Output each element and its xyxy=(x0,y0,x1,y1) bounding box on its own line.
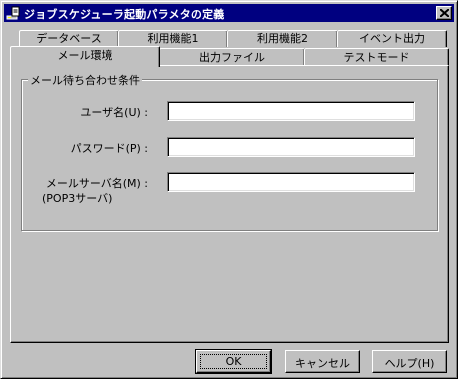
tab-mail-environment[interactable]: メール環境 xyxy=(10,46,160,67)
close-button[interactable] xyxy=(436,6,452,20)
mail-server-input[interactable] xyxy=(167,172,415,192)
window-title: ジョブスケジューラ起動パラメタの定義 xyxy=(24,8,225,21)
tab-panel-mail-environment: メール待ち合わせ条件 ユーザ名(U) : パスワード(P) : メールサーバ名(… xyxy=(10,65,449,343)
ok-label: OK xyxy=(225,355,242,368)
tab-label: 出力ファイル xyxy=(199,51,265,64)
ok-button[interactable]: OK xyxy=(195,349,272,374)
tab-label: イベント出力 xyxy=(359,32,425,45)
username-label: ユーザ名(U) : xyxy=(80,106,148,119)
tab-feature-1[interactable]: 利用機能1 xyxy=(118,30,228,47)
tab-event-output[interactable]: イベント出力 xyxy=(337,30,447,47)
help-label: ヘルプ(H) xyxy=(384,357,435,370)
tab-feature-2[interactable]: 利用機能2 xyxy=(227,30,338,47)
password-label: パスワード(P) : xyxy=(70,142,148,155)
tab-label: メール環境 xyxy=(57,49,113,62)
tab-label: 利用機能2 xyxy=(257,32,308,45)
tab-label: データベース xyxy=(36,32,102,45)
title-bar[interactable]: ジョブスケジューラ起動パラメタの定義 xyxy=(4,4,454,22)
mail-wait-conditions-group: メール待ち合わせ条件 ユーザ名(U) : パスワード(P) : メールサーバ名(… xyxy=(21,72,438,231)
app-icon xyxy=(6,5,22,21)
focus-rect: OK xyxy=(200,354,267,369)
mail-server-sublabel: (POP3サーバ) xyxy=(42,192,113,205)
cancel-label: キャンセル xyxy=(295,357,350,370)
tab-database[interactable]: データベース xyxy=(19,30,119,47)
group-label: メール待ち合わせ条件 xyxy=(28,72,142,88)
dialog-window: ジョブスケジューラ起動パラメタの定義 データベース 利用機能1 利用機能2 イベ… xyxy=(0,0,458,379)
password-input[interactable] xyxy=(167,137,415,157)
close-icon xyxy=(440,9,449,17)
help-button[interactable]: ヘルプ(H) xyxy=(372,350,447,373)
tab-label: 利用機能1 xyxy=(147,32,199,45)
cancel-button[interactable]: キャンセル xyxy=(285,350,360,373)
tab-label: テストモード xyxy=(343,51,410,64)
mail-server-label: メールサーバ名(M) : xyxy=(45,177,148,190)
username-input[interactable] xyxy=(167,101,415,121)
